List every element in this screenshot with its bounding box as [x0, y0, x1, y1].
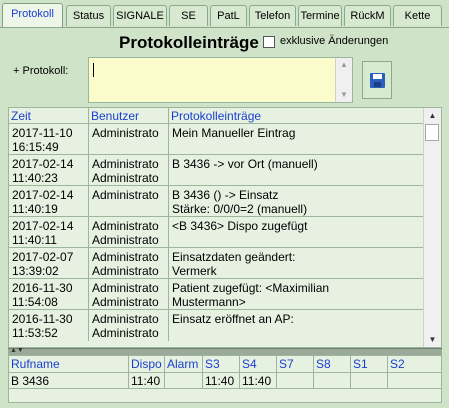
tab-telefon[interactable]: Telefon: [249, 5, 296, 26]
scroll-down-icon[interactable]: ▼: [336, 88, 352, 102]
unit-s3: 11:40: [203, 373, 240, 389]
splitter-arrows-icon: ▲▼: [10, 347, 24, 354]
protokoll-entry-label: + Protokoll:: [13, 65, 69, 77]
tab-se[interactable]: SE: [169, 5, 208, 26]
unit-s7: [277, 373, 314, 389]
table-row[interactable]: 2017-11-10 16:15:49 Administrato Mein Man…: [9, 124, 425, 155]
column-header-zeit[interactable]: Zeit: [9, 108, 89, 124]
row-user: Administrato: [92, 295, 159, 309]
row-user: Administrato: [92, 281, 159, 295]
tab-patl[interactable]: PatL: [210, 5, 247, 26]
row-user: Administrato: [92, 312, 159, 326]
row-text: Stärke: 0/0/0=2 (manuell): [172, 202, 308, 216]
row-user: Administrato: [92, 326, 159, 340]
column-header-s3[interactable]: S3: [203, 356, 240, 373]
row-text: Mein Manueller Eintrag: [172, 126, 296, 140]
column-header-s4[interactable]: S4: [240, 356, 277, 373]
row-user: Administrato: [92, 250, 159, 264]
scroll-up-icon[interactable]: ▲: [336, 58, 352, 72]
row-date: 2016-11-30: [12, 281, 73, 295]
unit-dispo: 11:40: [129, 373, 165, 389]
unit-s4: 11:40: [240, 373, 277, 389]
row-time: 11:40:11: [12, 233, 57, 247]
exclusive-checkbox[interactable]: [263, 36, 275, 48]
row-time: 11:40:19: [12, 202, 58, 216]
table-row[interactable]: 2017-02-07 13:39:02 Administrato Administr…: [9, 248, 425, 279]
scroll-thumb[interactable]: [425, 124, 439, 141]
row-time: 16:15:49: [12, 140, 59, 154]
list-scrollbar[interactable]: ▲ ▼: [423, 108, 441, 347]
scroll-up-icon[interactable]: ▲: [424, 108, 441, 123]
scroll-down-icon[interactable]: ▼: [424, 332, 441, 347]
table-row[interactable]: 2017-02-14 11:40:19 Administrato B 3436 (…: [9, 186, 425, 217]
protokoll-entry-field[interactable]: ▲ ▼: [88, 57, 353, 103]
row-text: <B 3436> Dispo zugefügt: [172, 219, 308, 233]
table-row[interactable]: 2017-02-14 11:40:23 Administrato Administr…: [9, 155, 425, 186]
text-caret: [93, 63, 94, 77]
entry-scrollbar[interactable]: ▲ ▼: [335, 58, 352, 102]
row-date: 2017-02-14: [12, 219, 74, 233]
tab-rueckm[interactable]: RückM: [344, 5, 391, 26]
row-text: Mustermann>: [172, 295, 246, 309]
units-grid: Rufname Dispo Alarm S3 S4 S7 S8 S1 S2 B …: [8, 355, 442, 403]
unit-s8: [314, 373, 351, 389]
table-row[interactable]: 2016-11-30 11:54:08 Administrato Administr…: [9, 279, 425, 310]
row-date: 2017-02-14: [12, 188, 74, 202]
tab-divider: [0, 27, 449, 28]
row-user: Administrato: [92, 126, 159, 140]
row-text: Einsatzdaten geändert:: [172, 250, 296, 264]
row-time: 11:40:23: [12, 171, 58, 185]
protocol-list: Zeit Benutzer Protokolleinträge 2017-11-…: [8, 107, 442, 348]
column-header-alarm[interactable]: Alarm: [165, 356, 203, 373]
row-time: 11:53:52: [12, 326, 58, 340]
row-date: 2017-02-07: [12, 250, 74, 264]
save-button[interactable]: [362, 61, 392, 99]
column-header-s2[interactable]: S2: [388, 356, 441, 373]
row-text: Vermerk: [172, 264, 217, 278]
tab-kette[interactable]: Kette: [393, 5, 442, 26]
tab-protokoll[interactable]: Protokoll: [2, 3, 63, 27]
column-header-rufname[interactable]: Rufname: [9, 356, 129, 373]
column-header-protokolleintraege[interactable]: Protokolleinträge: [169, 108, 425, 124]
row-date: 2017-02-14: [12, 157, 74, 171]
row-date: 2017-11-10: [12, 126, 73, 140]
tab-termine[interactable]: Termine: [298, 5, 342, 26]
row-user: Administrato: [92, 233, 159, 247]
row-text: Patient zugefügt: <Maximilian: [172, 281, 330, 295]
row-text: B 3436 () -> Einsatz: [172, 188, 279, 202]
column-header-s8[interactable]: S8: [314, 356, 351, 373]
panel-splitter[interactable]: ▲▼: [8, 347, 442, 355]
row-text: Einsatz eröffnet an AP:: [172, 312, 294, 326]
unit-rufname[interactable]: B 3436: [9, 373, 129, 389]
row-user: Administrato: [92, 157, 159, 171]
exclusive-label: exklusive Änderungen: [280, 35, 389, 47]
row-text: B 3436 -> vor Ort (manuell): [172, 157, 318, 171]
row-time: 13:39:02: [12, 264, 59, 278]
row-date: 2016-11-30: [12, 312, 73, 326]
floppy-disk-icon: [369, 72, 385, 88]
row-time: 11:54:08: [12, 295, 58, 309]
column-header-dispo[interactable]: Dispo: [129, 356, 165, 373]
tab-signale[interactable]: SIGNALE: [113, 5, 167, 26]
row-user: Administrato: [92, 188, 159, 202]
unit-alarm: [165, 373, 203, 389]
unit-s2: [388, 373, 441, 389]
row-user: Administrato: [92, 264, 159, 278]
page-title: Protokolleinträge: [119, 33, 259, 52]
row-user: Administrato: [92, 171, 159, 185]
tab-status[interactable]: Status: [66, 5, 111, 26]
table-row[interactable]: 2016-11-30 11:53:52 Administrato Administr…: [9, 310, 425, 341]
unit-s1: [351, 373, 388, 389]
column-header-benutzer[interactable]: Benutzer: [89, 108, 169, 124]
column-header-s1[interactable]: S1: [351, 356, 388, 373]
column-header-s7[interactable]: S7: [277, 356, 314, 373]
row-user: Administrato: [92, 219, 159, 233]
table-row[interactable]: 2017-02-14 11:40:11 Administrato Administr…: [9, 217, 425, 248]
